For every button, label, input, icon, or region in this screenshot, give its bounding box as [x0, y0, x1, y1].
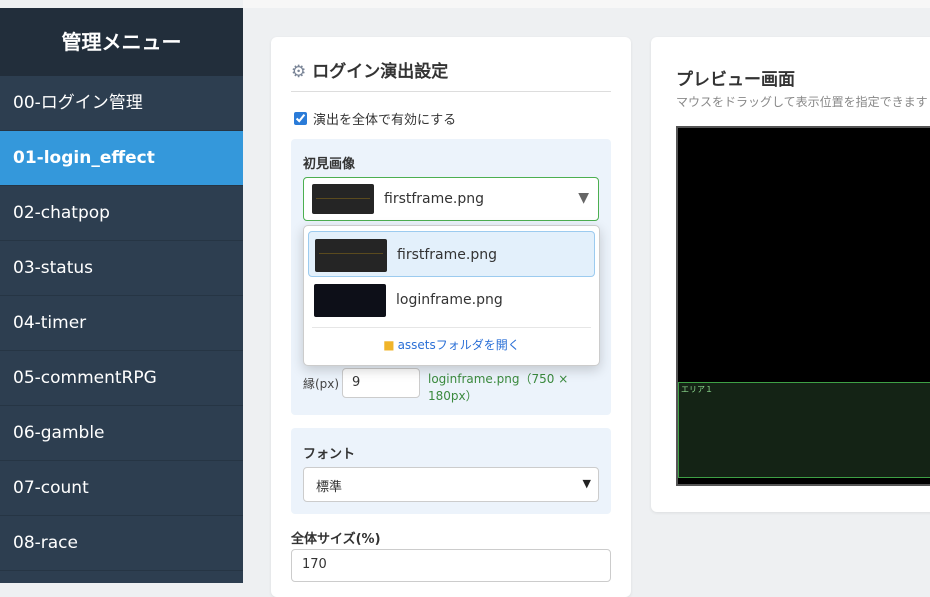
- first-image-label: 初見画像: [303, 157, 356, 172]
- preview-area-1[interactable]: エリア１: [678, 382, 930, 478]
- margin-label: 縁(px): [303, 377, 340, 391]
- first-image-selected-name: firstframe.png: [384, 191, 484, 207]
- sidebar-item-count[interactable]: 07-count: [0, 461, 243, 516]
- gear-icon: ⚙: [291, 62, 307, 82]
- sidebar-item-chatpop[interactable]: 02-chatpop: [0, 186, 243, 241]
- open-assets-label: assetsフォルダを開く: [397, 338, 520, 352]
- sidebar-item-comment-rpg[interactable]: 05-commentRPG: [0, 351, 243, 406]
- sidebar-title: 管理メニュー: [0, 8, 243, 76]
- enable-effect-checkbox[interactable]: [294, 112, 307, 125]
- margin-input[interactable]: 9: [342, 368, 420, 398]
- font-section: フォント 標準 ▼: [291, 428, 611, 514]
- preview-hint: マウスをドラッグして表示位置を指定できます: [676, 95, 928, 109]
- image-dropdown-menu: firstframe.png loginframe.png ■ assetsフォル…: [303, 225, 600, 366]
- dropdown-option-label: firstframe.png: [397, 247, 497, 263]
- dropdown-divider: [312, 327, 591, 328]
- top-strip: [243, 0, 930, 8]
- area-label: エリア１: [681, 385, 713, 394]
- sidebar: 管理メニュー 00-ログイン管理 01-login_effect 02-chat…: [0, 8, 243, 583]
- overall-size-input[interactable]: 170: [291, 549, 611, 582]
- folder-icon: ■: [383, 338, 395, 352]
- preview-panel: プレビュー画面 マウスをドラッグして表示位置を指定できます エリア１: [651, 37, 930, 512]
- sidebar-item-status[interactable]: 03-status: [0, 241, 243, 296]
- preview-title: プレビュー画面: [676, 70, 795, 90]
- frame-size-info: loginframe.png（750 × 180px）: [428, 372, 569, 403]
- sidebar-item-login-management[interactable]: 00-ログイン管理: [0, 76, 243, 131]
- sidebar-item-gamble[interactable]: 06-gamble: [0, 406, 243, 461]
- dropdown-option-firstframe[interactable]: firstframe.png: [308, 231, 595, 277]
- font-select[interactable]: 標準 ▼: [303, 467, 599, 502]
- sidebar-item-timer[interactable]: 04-timer: [0, 296, 243, 351]
- enable-effect-label: 演出を全体で有効にする: [313, 113, 457, 128]
- loginframe-thumbnail: [314, 284, 386, 317]
- sidebar-item-login-effect[interactable]: 01-login_effect: [0, 131, 243, 186]
- first-image-thumbnail: [312, 184, 374, 214]
- firstframe-thumbnail: [315, 239, 387, 272]
- font-label: フォント: [303, 447, 356, 462]
- chevron-down-icon: ▼: [582, 477, 591, 490]
- dropdown-option-loginframe[interactable]: loginframe.png: [308, 277, 595, 323]
- preview-canvas[interactable]: エリア１: [676, 126, 930, 486]
- first-image-select[interactable]: firstframe.png ▼: [303, 177, 599, 221]
- dropdown-caret-icon: ▼: [578, 190, 589, 206]
- overall-size-label: 全体サイズ(%): [291, 532, 381, 547]
- settings-title-row: ⚙ ログイン演出設定: [291, 57, 611, 92]
- dropdown-option-label: loginframe.png: [396, 292, 503, 308]
- enable-effect-row[interactable]: 演出を全体で有効にする: [293, 109, 456, 128]
- settings-title: ログイン演出設定: [312, 62, 449, 82]
- font-selected-value: 標準: [316, 480, 343, 495]
- sidebar-item-race[interactable]: 08-race: [0, 516, 243, 571]
- open-assets-folder-link[interactable]: ■ assetsフォルダを開く: [304, 336, 599, 353]
